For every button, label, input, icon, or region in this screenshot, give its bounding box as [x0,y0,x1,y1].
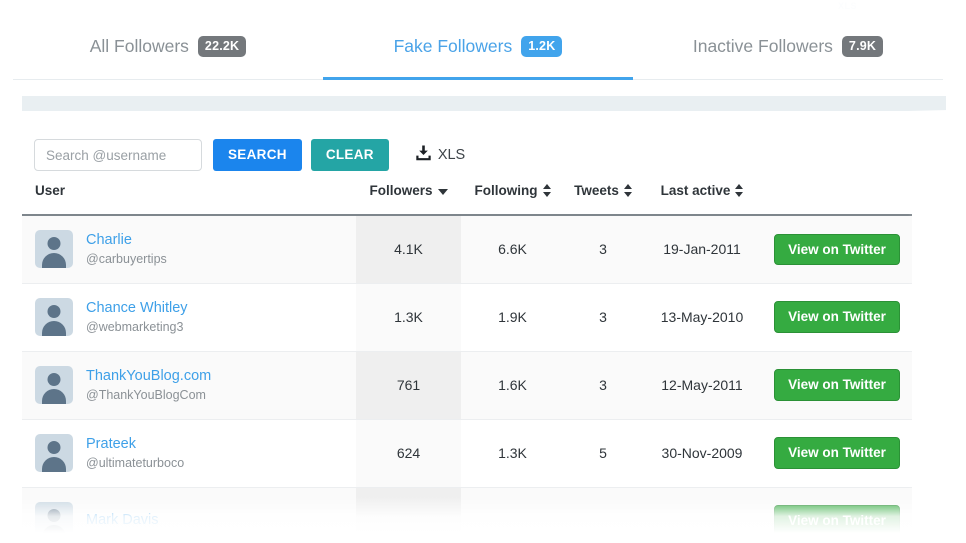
cell-tweets: 5 [564,419,642,488]
user-display-name[interactable]: ThankYouBlog.com [86,367,211,385]
tab-all-followers[interactable]: All Followers 22.2K [13,14,323,80]
column-header-tweets-label: Tweets [574,183,619,198]
view-on-twitter-button[interactable]: View on Twitter [774,233,900,265]
export-xls-button[interactable]: XLS [416,145,465,166]
table-body: Charlie @carbuyertips 4.1K 6.6K 3 19-Jan-2011… [22,215,912,543]
table-header-row: User Followers Following Tweets Last act… [22,183,912,216]
user-handle: @webmarketing3 [86,319,184,334]
cell-last-active: 19-Jan-2011 [642,215,762,284]
tab-inactive-followers[interactable]: Inactive Followers 7.9K [633,14,943,80]
follower-tabs: All Followers 22.2K Fake Followers 1.2K … [13,14,943,82]
cell-action: View on Twitter [762,215,912,284]
avatar [35,230,73,269]
avatar [35,434,73,472]
cell-following: 1.6K [461,351,564,420]
column-header-last-active-label: Last active [660,183,731,198]
tab-all-followers-badge: 22.2K [197,36,247,57]
column-header-user-label: User [35,183,66,198]
user-handle: @ThankYouBlogCom [86,387,206,402]
tab-fake-followers-label: Fake Followers [393,36,513,56]
followers-table-container: User Followers Following Tweets Last act… [22,183,912,543]
tab-all-followers-label: All Followers [89,36,189,56]
table-row: Chance Whitley @webmarketing3 1.3K 1.9K 3 13-… [22,283,912,352]
cell-following: 1.3K [461,419,564,488]
cell-user: Mark Davis [22,487,356,543]
search-button[interactable]: SEARCH [213,139,302,171]
right-edge-fade [908,110,966,543]
tab-fake-followers-badge: 1.2K [521,36,563,57]
section-divider-band [22,96,946,111]
cell-action: View on Twitter [762,351,912,420]
cell-user: Chance Whitley @webmarketing3 [22,283,356,352]
cell-followers: 4.1K [356,215,461,284]
user-display-name[interactable]: Chance Whitley [86,299,188,317]
table-row: Charlie @carbuyertips 4.1K 6.6K 3 19-Jan-2011… [22,215,912,284]
tab-inactive-followers-badge: 7.9K [841,36,884,57]
cell-tweets: 3 [564,215,642,284]
search-input[interactable] [34,139,202,171]
user-display-name[interactable]: Prateek [86,435,184,453]
cell-last-active: 30-Nov-2009 [642,419,762,488]
cell-followers [356,487,461,543]
user-handle: @carbuyertips [86,251,167,266]
column-header-following-label: Following [474,183,538,198]
ghost-top-text: XLS [838,1,858,11]
cell-user: Prateek @ultimateturboco [22,419,356,488]
sort-descending-icon [437,189,448,195]
avatar [35,366,73,404]
clear-button[interactable]: CLEAR [310,139,389,171]
followers-table: User Followers Following Tweets Last act… [22,183,912,543]
sort-both-icon [623,184,632,197]
table-header: User Followers Following Tweets Last act… [22,183,912,216]
table-row: Prateek @ultimateturboco 624 1.3K 5 30-Nov-20… [22,419,912,488]
avatar [35,298,73,336]
cell-action: View on Twitter [762,487,912,543]
cell-action: View on Twitter [762,283,912,352]
view-on-twitter-button[interactable]: View on Twitter [774,301,900,333]
cell-action: View on Twitter [762,419,912,488]
table-row: Mark Davis View on Twitter [22,487,912,543]
cell-tweets [564,487,642,543]
avatar [35,502,73,540]
column-header-followers[interactable]: Followers [356,183,461,216]
view-on-twitter-button[interactable]: View on Twitter [774,505,900,537]
column-header-last-active[interactable]: Last active [642,183,762,216]
cell-following: 1.9K [461,283,564,352]
cell-user: Charlie @carbuyertips [22,215,356,284]
column-header-actions [762,183,912,216]
cell-user: ThankYouBlog.com @ThankYouBlogCom [22,351,356,420]
table-row: ThankYouBlog.com @ThankYouBlogCom 761 1.6K 3… [22,351,912,420]
user-display-name[interactable]: Mark Davis [86,511,159,529]
view-on-twitter-button[interactable]: View on Twitter [774,437,900,469]
cell-followers: 624 [356,419,461,488]
sort-both-icon [735,184,744,197]
cell-followers: 1.3K [356,283,461,352]
user-handle: @ultimateturboco [86,455,185,470]
cell-last-active [642,487,762,543]
cell-last-active: 12-May-2011 [642,351,762,420]
column-header-user[interactable]: User [22,183,356,216]
cell-last-active: 13-May-2010 [642,283,762,352]
column-header-following[interactable]: Following [461,183,564,216]
page-root: XLS All Followers 22.2K Fake Followers 1… [0,0,966,543]
cell-tweets: 3 [564,351,642,420]
export-xls-label: XLS [437,147,466,163]
cell-followers: 761 [356,351,461,420]
user-display-name[interactable]: Charlie [86,231,167,249]
cell-following: 6.6K [461,215,564,284]
column-header-followers-label: Followers [369,183,433,198]
cell-following [461,487,564,543]
tab-inactive-followers-label: Inactive Followers [692,36,833,56]
cell-tweets: 3 [564,283,642,352]
tab-fake-followers[interactable]: Fake Followers 1.2K [323,14,633,80]
download-icon [416,145,431,166]
table-toolbar: SEARCH CLEAR XLS [34,139,465,171]
column-header-tweets[interactable]: Tweets [564,183,642,216]
view-on-twitter-button[interactable]: View on Twitter [774,369,900,401]
sort-both-icon [542,184,551,197]
